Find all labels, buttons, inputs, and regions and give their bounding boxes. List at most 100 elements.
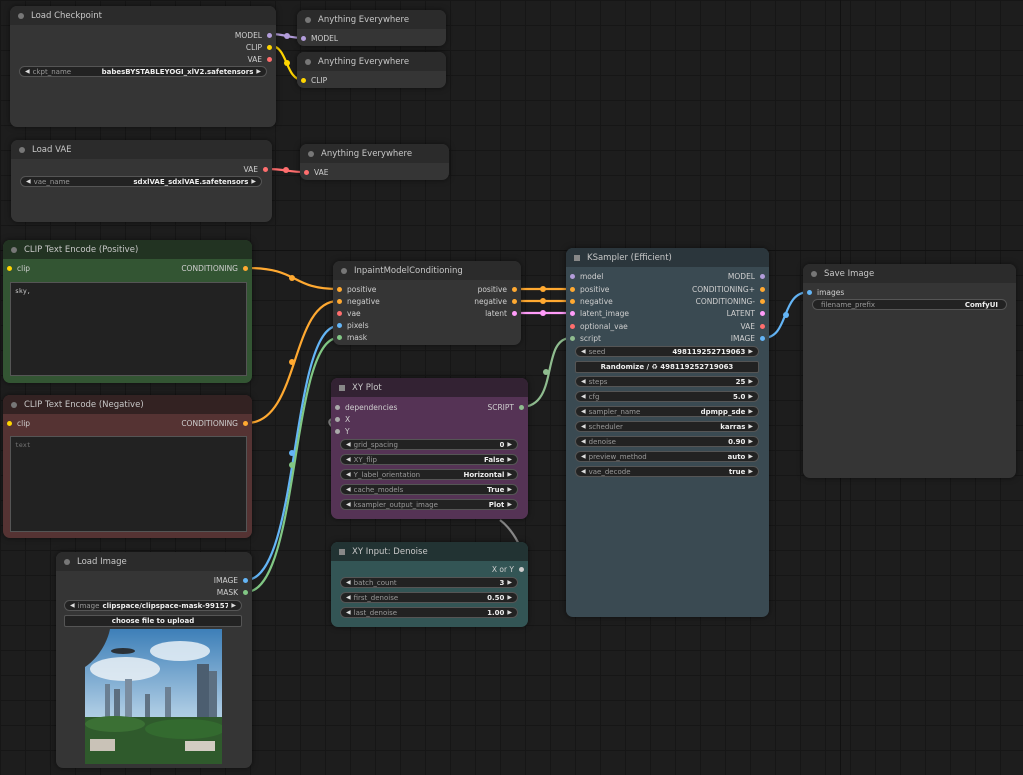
ckpt-name-combo[interactable]: ◀ ckpt_name babesBYSTABLEYOGI_xlV2.safeten…	[19, 66, 267, 77]
input-clip[interactable]: clip	[7, 417, 30, 429]
input-optional-vae[interactable]: optional_vae	[570, 320, 628, 332]
arrow-right-icon[interactable]: ▶	[748, 453, 753, 460]
ksampler-output-image-combo[interactable]: ◀ ksampler_output_image Plot ▶	[340, 499, 518, 510]
slot-dot-icon[interactable]	[760, 323, 765, 329]
slot-dot-icon[interactable]	[570, 298, 575, 304]
slot-dot-icon[interactable]	[519, 566, 524, 572]
slot-dot-icon[interactable]	[512, 286, 517, 292]
arrow-right-icon[interactable]: ▶	[748, 423, 753, 430]
output-positive[interactable]: positive	[478, 283, 517, 295]
output-model[interactable]: MODEL	[235, 29, 272, 41]
vae-decode-combo[interactable]: ◀ vae_decode true ▶	[575, 466, 759, 477]
slot-dot-icon[interactable]	[512, 310, 517, 316]
collapse-square-icon[interactable]	[339, 548, 345, 555]
arrow-right-icon[interactable]: ▶	[748, 438, 753, 445]
cfg-widget[interactable]: ◀ cfg 5.0 ▶	[575, 391, 759, 402]
slot-dot-icon[interactable]	[570, 286, 575, 292]
input-clip[interactable]: clip	[7, 262, 30, 274]
arrow-right-icon[interactable]: ▶	[748, 378, 753, 385]
image-combo[interactable]: ◀ image clipspace/clipspace-mask-991571...…	[64, 600, 242, 611]
node-load-image[interactable]: Load Image IMAGE MASK ◀ image clipspace/cl…	[56, 552, 252, 768]
arrow-right-icon[interactable]: ▶	[507, 594, 512, 601]
slot-dot-icon[interactable]	[335, 428, 340, 434]
slot-dot-icon[interactable]	[570, 335, 575, 341]
output-mask[interactable]: MASK	[217, 586, 248, 598]
output-conditioning-plus[interactable]: CONDITIONING+	[692, 283, 765, 295]
input-pixels[interactable]: pixels	[337, 319, 369, 331]
arrow-right-icon[interactable]: ▶	[231, 602, 236, 609]
slot-dot-icon[interactable]	[267, 44, 272, 50]
arrow-right-icon[interactable]: ▶	[507, 471, 512, 478]
arrow-right-icon[interactable]: ▶	[507, 486, 512, 493]
slot-dot-icon[interactable]	[243, 589, 248, 595]
output-model[interactable]: MODEL	[728, 270, 765, 282]
prompt-textarea[interactable]: sky,	[10, 282, 247, 376]
slot-dot-icon[interactable]	[337, 310, 342, 316]
node-title[interactable]: InpaintModelConditioning	[333, 261, 521, 280]
slot-dot-icon[interactable]	[760, 310, 765, 316]
collapse-dot-icon[interactable]	[18, 12, 24, 19]
output-negative[interactable]: negative	[474, 295, 517, 307]
input-images[interactable]: images	[807, 286, 844, 298]
steps-widget[interactable]: ◀ steps 25 ▶	[575, 376, 759, 387]
slot-dot-icon[interactable]	[263, 166, 268, 172]
slot-dot-icon[interactable]	[301, 77, 306, 83]
prompt-textarea[interactable]: text	[10, 436, 247, 532]
node-clip-text-encode-negative[interactable]: CLIP Text Encode (Negative) clip CONDITI…	[3, 395, 252, 538]
scheduler-combo[interactable]: ◀ scheduler karras ▶	[575, 421, 759, 432]
arrow-right-icon[interactable]: ▶	[507, 609, 512, 616]
node-title[interactable]: CLIP Text Encode (Negative)	[3, 395, 252, 414]
slot-dot-icon[interactable]	[304, 169, 309, 175]
input-positive[interactable]: positive	[337, 283, 376, 295]
collapse-square-icon[interactable]	[574, 254, 580, 261]
arrow-right-icon[interactable]: ▶	[507, 441, 512, 448]
input-dependencies[interactable]: dependencies	[335, 401, 397, 413]
slot-dot-icon[interactable]	[570, 310, 575, 316]
node-title[interactable]: Save Image	[803, 264, 1016, 283]
slot-dot-icon[interactable]	[760, 273, 765, 279]
node-title[interactable]: Load VAE	[11, 140, 272, 159]
input-vae[interactable]: vae	[337, 307, 361, 319]
input-positive[interactable]: positive	[570, 283, 609, 295]
node-title[interactable]: XY Plot	[331, 378, 528, 397]
slot-dot-icon[interactable]	[807, 289, 812, 295]
vae-name-combo[interactable]: ◀ vae_name sdxlVAE_sdxlVAE.safetensors ▶	[20, 176, 262, 187]
arrow-right-icon[interactable]: ▶	[748, 393, 753, 400]
output-conditioning[interactable]: CONDITIONING	[181, 417, 248, 429]
slot-dot-icon[interactable]	[570, 273, 575, 279]
collapse-dot-icon[interactable]	[308, 150, 314, 157]
node-xy-input-denoise[interactable]: XY Input: Denoise X or Y ◀ batch_count 3 ▶ …	[331, 542, 528, 627]
arrow-right-icon[interactable]: ▶	[748, 408, 753, 415]
collapse-square-icon[interactable]	[339, 384, 345, 391]
arrow-right-icon[interactable]: ▶	[748, 348, 753, 355]
slot-dot-icon[interactable]	[519, 404, 524, 410]
collapse-dot-icon[interactable]	[64, 558, 70, 565]
slot-dot-icon[interactable]	[301, 35, 306, 41]
collapse-dot-icon[interactable]	[305, 58, 311, 65]
node-title[interactable]: Load Image	[56, 552, 252, 571]
filename-prefix-input[interactable]: filename_prefix ComfyUI	[812, 299, 1007, 310]
preview-method-combo[interactable]: ◀ preview_method auto ▶	[575, 451, 759, 462]
output-vae[interactable]: VAE	[243, 163, 268, 175]
arrow-right-icon[interactable]: ▶	[251, 178, 256, 185]
arrow-right-icon[interactable]: ▶	[507, 501, 512, 508]
node-inpaint-model-conditioning[interactable]: InpaintModelConditioning positive negati…	[333, 261, 521, 345]
node-anything-everywhere-model[interactable]: Anything Everywhere MODEL	[297, 10, 446, 46]
node-save-image[interactable]: Save Image images filename_prefix ComfyUI	[803, 264, 1016, 478]
collapse-dot-icon[interactable]	[11, 401, 17, 408]
collapse-dot-icon[interactable]	[305, 16, 311, 23]
arrow-right-icon[interactable]: ▶	[507, 456, 512, 463]
slot-dot-icon[interactable]	[337, 322, 342, 328]
seed-widget[interactable]: ◀ seed 498119252719063 ▶	[575, 346, 759, 357]
output-latent[interactable]: latent	[485, 307, 517, 319]
node-load-vae[interactable]: Load VAE VAE ◀ vae_name sdxlVAE_sdxlVAE.sa…	[11, 140, 272, 222]
slot-dot-icon[interactable]	[760, 335, 765, 341]
input-vae[interactable]: VAE	[304, 166, 329, 178]
slot-dot-icon[interactable]	[760, 298, 765, 304]
node-title[interactable]: Anything Everywhere	[297, 52, 446, 71]
arrow-right-icon[interactable]: ▶	[748, 468, 753, 475]
y-label-orientation-combo[interactable]: ◀ Y_label_orientation Horizontal ▶	[340, 469, 518, 480]
xy-flip-combo[interactable]: ◀ XY_flip False ▶	[340, 454, 518, 465]
output-image[interactable]: IMAGE	[214, 574, 248, 586]
output-conditioning[interactable]: CONDITIONING	[181, 262, 248, 274]
